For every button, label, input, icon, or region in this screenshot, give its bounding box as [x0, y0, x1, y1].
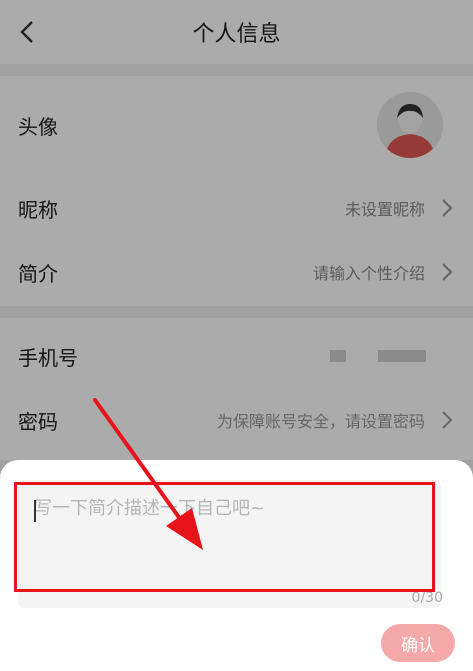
bio-input[interactable] [18, 480, 441, 608]
confirm-button[interactable]: 确认 [381, 624, 455, 662]
char-counter: 0/30 [411, 590, 443, 606]
text-cursor [34, 500, 36, 522]
